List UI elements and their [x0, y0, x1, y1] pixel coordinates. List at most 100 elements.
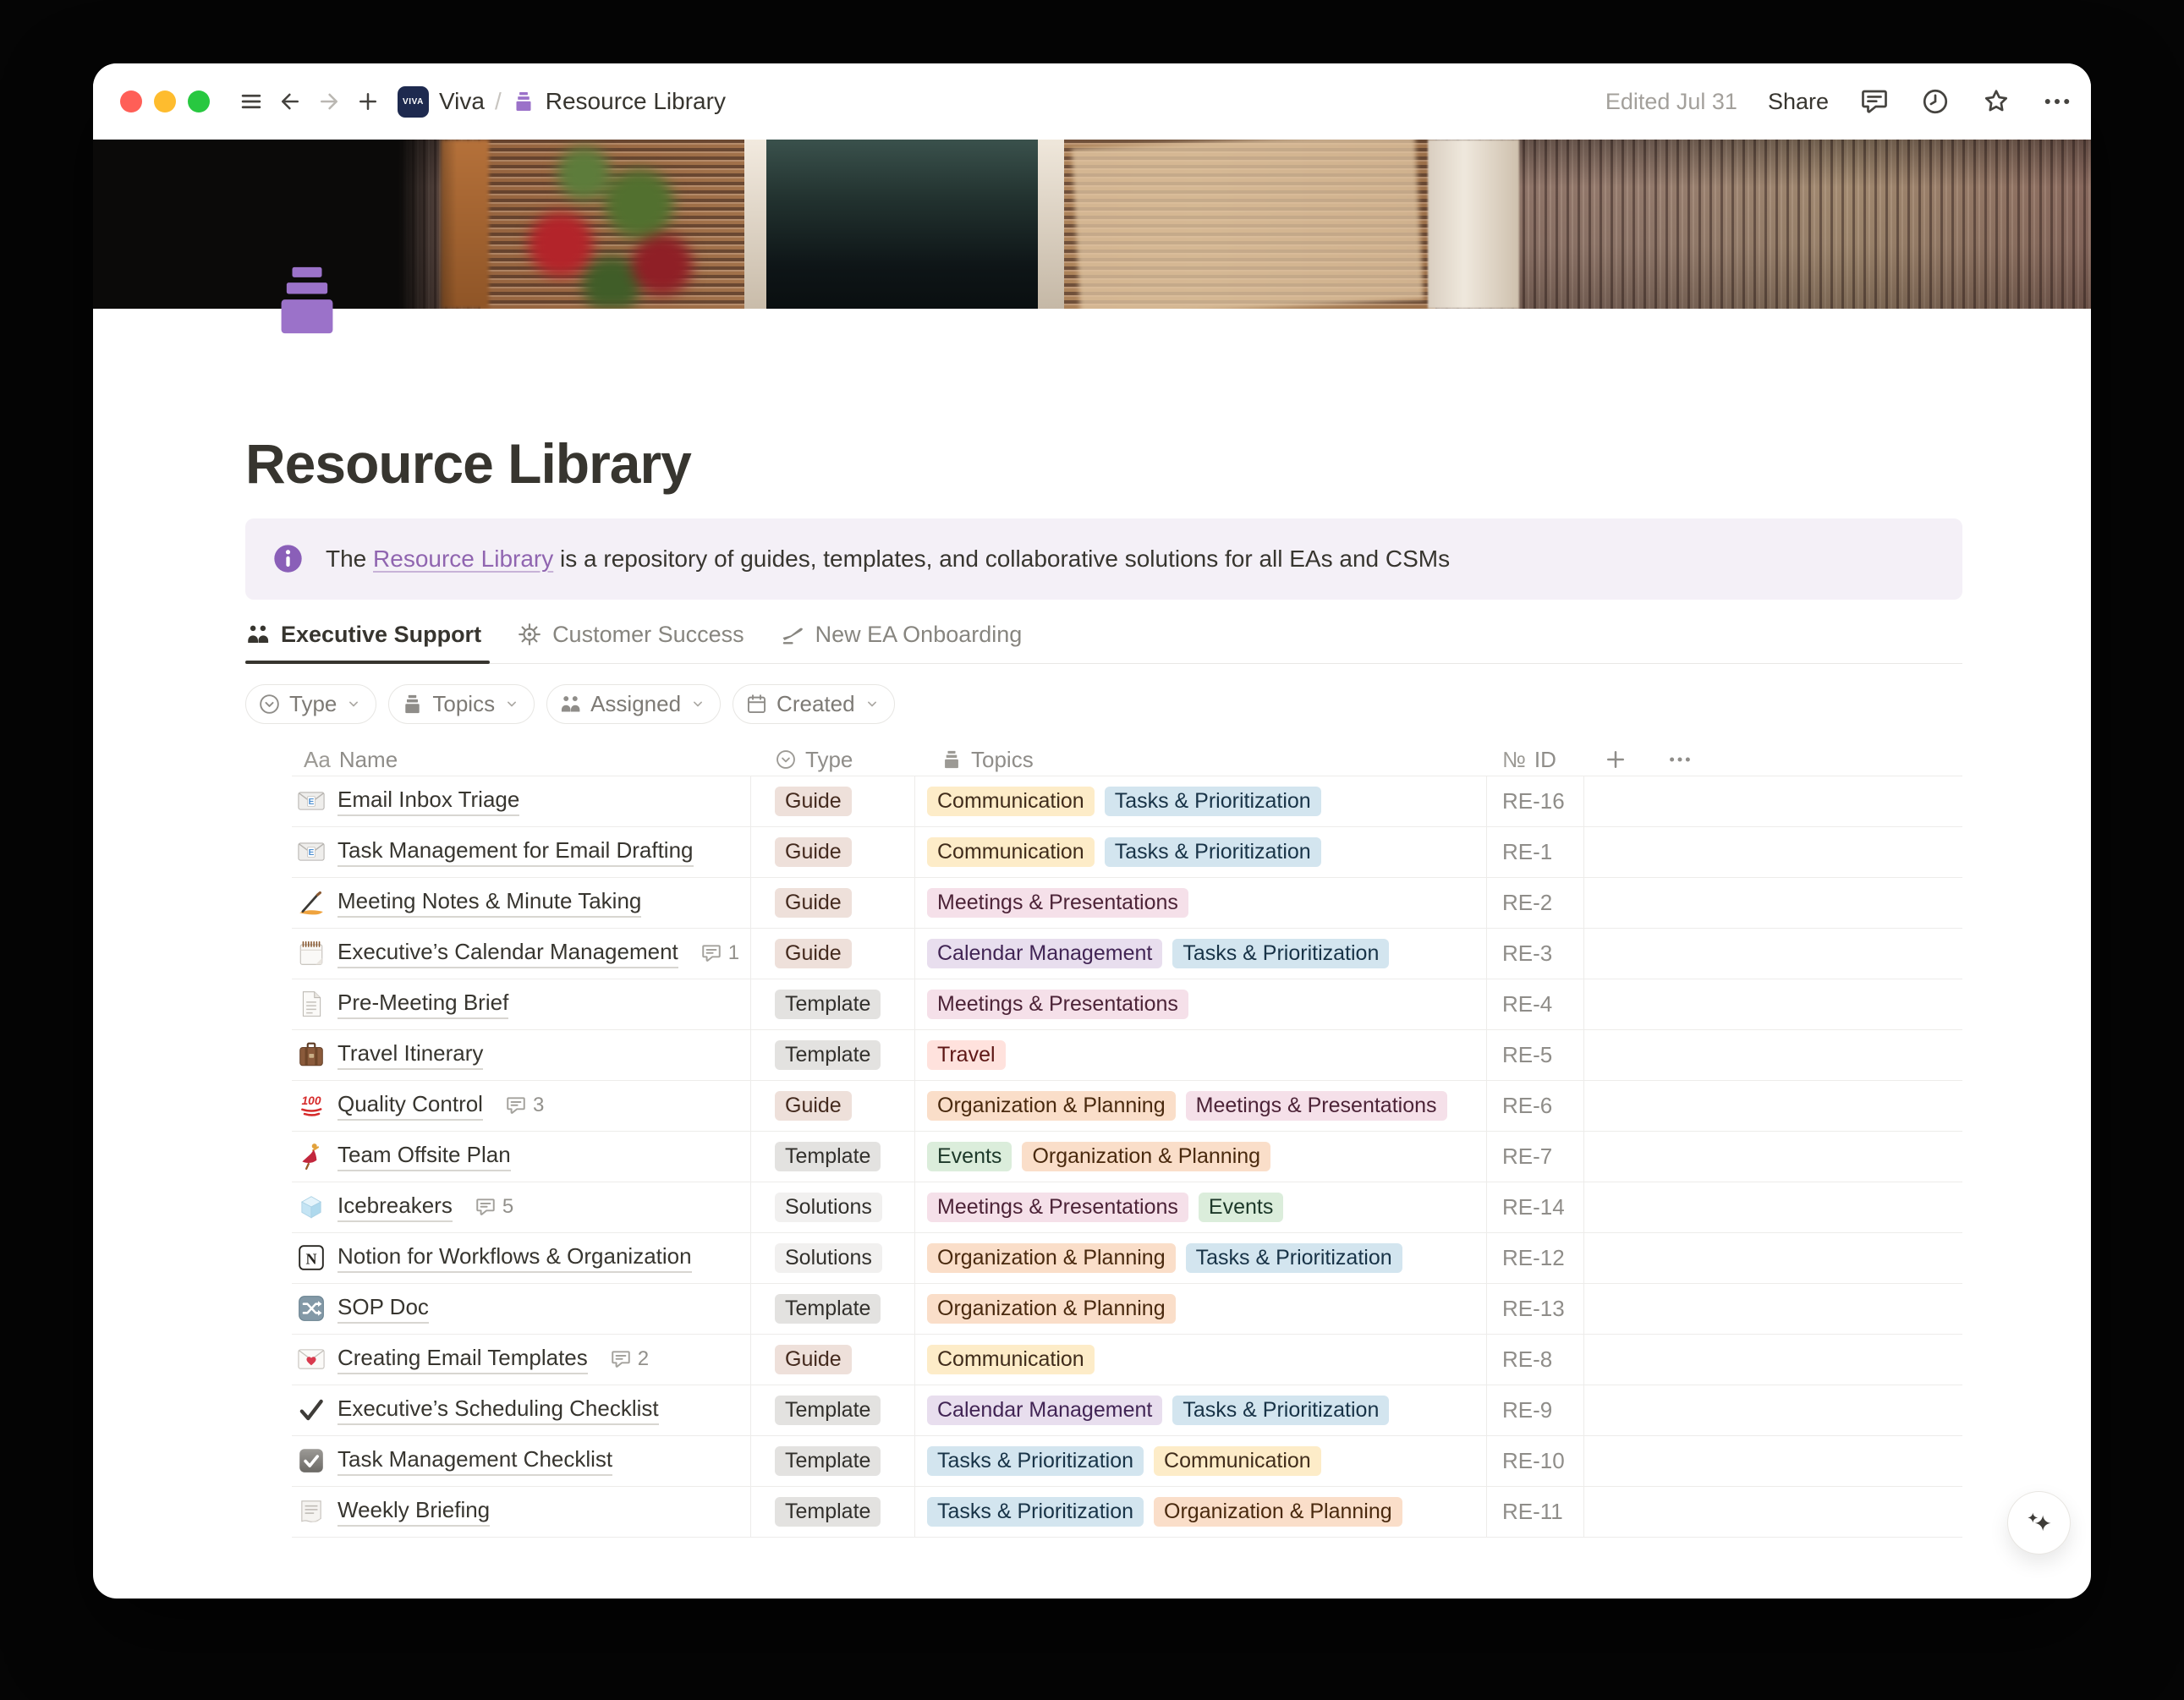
name-cell[interactable]: Pre-Meeting Brief: [292, 979, 751, 1029]
type-cell[interactable]: Guide: [751, 929, 915, 979]
name-cell[interactable]: Meeting Notes & Minute Taking: [292, 878, 751, 928]
table-row[interactable]: Executive’s Scheduling ChecklistTemplate…: [292, 1385, 1962, 1436]
page-link[interactable]: Creating Email Templates: [337, 1345, 588, 1374]
type-cell[interactable]: Solutions: [751, 1182, 915, 1232]
id-cell[interactable]: RE-12: [1487, 1233, 1584, 1283]
history-icon[interactable]: [1920, 86, 1951, 117]
ai-assistant-button[interactable]: [2008, 1492, 2070, 1554]
page-link[interactable]: Task Management Checklist: [337, 1446, 612, 1476]
column-header-topics[interactable]: Topics: [915, 744, 1487, 776]
name-cell[interactable]: 100Quality Control3: [292, 1081, 751, 1131]
type-cell[interactable]: Template: [751, 1436, 915, 1486]
topics-cell[interactable]: Calendar ManagementTasks & Prioritizatio…: [915, 1385, 1487, 1435]
topics-cell[interactable]: CommunicationTasks & Prioritization: [915, 776, 1487, 826]
column-header-type[interactable]: Type: [751, 744, 915, 776]
table-row[interactable]: Weekly BriefingTemplateTasks & Prioritiz…: [292, 1487, 1962, 1538]
id-cell[interactable]: RE-14: [1487, 1182, 1584, 1232]
type-cell[interactable]: Guide: [751, 1081, 915, 1131]
page-link[interactable]: SOP Doc: [337, 1294, 429, 1324]
add-property-icon[interactable]: [1603, 747, 1628, 772]
breadcrumb-workspace[interactable]: Viva: [439, 88, 485, 115]
topics-cell[interactable]: Organization & Planning: [915, 1284, 1487, 1334]
topics-cell[interactable]: Communication: [915, 1335, 1487, 1385]
topics-cell[interactable]: Meetings & PresentationsEvents: [915, 1182, 1487, 1232]
page-link[interactable]: Quality Control: [337, 1091, 483, 1121]
id-cell[interactable]: RE-4: [1487, 979, 1584, 1029]
table-row[interactable]: Executive’s Calendar Management1GuideCal…: [292, 929, 1962, 979]
type-cell[interactable]: Guide: [751, 827, 915, 877]
topics-cell[interactable]: Travel: [915, 1030, 1487, 1080]
id-cell[interactable]: RE-9: [1487, 1385, 1584, 1435]
type-cell[interactable]: Template: [751, 1132, 915, 1182]
tab-executive-support[interactable]: Executive Support: [245, 613, 485, 663]
tab-customer-success[interactable]: Customer Success: [517, 613, 748, 663]
topics-cell[interactable]: EventsOrganization & Planning: [915, 1132, 1487, 1182]
workspace-logo[interactable]: VIVA: [398, 86, 429, 118]
table-row[interactable]: Icebreakers 5 SolutionsMeetings & Presenta…: [292, 1182, 1962, 1233]
column-header-name[interactable]: Aa Name: [292, 744, 751, 776]
id-cell[interactable]: RE-10: [1487, 1436, 1584, 1486]
name-cell[interactable]: Task Management Checklist: [292, 1436, 751, 1486]
table-row[interactable]: Pre-Meeting Brief TemplateMeetings & Pres…: [292, 979, 1962, 1030]
id-cell[interactable]: RE-5: [1487, 1030, 1584, 1080]
id-cell[interactable]: RE-8: [1487, 1335, 1584, 1385]
table-row[interactable]: 100Quality Control3GuideOrganization & P…: [292, 1081, 1962, 1132]
name-cell[interactable]: Creating Email Templates 2: [292, 1335, 751, 1385]
column-header-id[interactable]: № ID: [1487, 744, 1584, 776]
table-row[interactable]: EEmail Inbox TriageGuideCommunicationTas…: [292, 776, 1962, 827]
tab-new-ea-onboarding[interactable]: New EA Onboarding: [780, 613, 1026, 663]
type-cell[interactable]: Template: [751, 1030, 915, 1080]
table-row[interactable]: ETask Management for Email DraftingGuide…: [292, 827, 1962, 878]
page-link[interactable]: Task Management for Email Drafting: [337, 837, 694, 867]
filter-assigned[interactable]: Assigned: [546, 684, 721, 724]
back-icon[interactable]: [271, 82, 310, 121]
callout-link[interactable]: Resource Library: [373, 546, 553, 572]
new-page-icon[interactable]: [348, 82, 387, 121]
page-link[interactable]: Icebreakers: [337, 1193, 453, 1222]
name-cell[interactable]: ETask Management for Email Drafting: [292, 827, 751, 877]
page-link[interactable]: Executive’s Calendar Management: [337, 939, 678, 968]
page-archive-icon[interactable]: [265, 255, 349, 345]
topics-cell[interactable]: Meetings & Presentations: [915, 979, 1487, 1029]
type-cell[interactable]: Template: [751, 1487, 915, 1537]
more-options-icon[interactable]: [2042, 86, 2072, 117]
topics-cell[interactable]: Organization & PlanningTasks & Prioritiz…: [915, 1233, 1487, 1283]
topics-cell[interactable]: Tasks & PrioritizationCommunication: [915, 1436, 1487, 1486]
forward-icon[interactable]: [310, 82, 348, 121]
type-cell[interactable]: Template: [751, 1284, 915, 1334]
name-cell[interactable]: Travel Itinerary: [292, 1030, 751, 1080]
menu-icon[interactable]: [232, 82, 271, 121]
topics-cell[interactable]: Organization & PlanningMeetings & Presen…: [915, 1081, 1487, 1131]
page-link[interactable]: Team Offsite Plan: [337, 1142, 511, 1171]
name-cell[interactable]: NNotion for Workflows & Organization: [292, 1233, 751, 1283]
type-cell[interactable]: Guide: [751, 878, 915, 928]
id-cell[interactable]: RE-11: [1487, 1487, 1584, 1537]
page-link[interactable]: Travel Itinerary: [337, 1040, 483, 1070]
breadcrumb-page[interactable]: Resource Library: [546, 88, 726, 115]
page-link[interactable]: Email Inbox Triage: [337, 787, 519, 816]
id-cell[interactable]: RE-13: [1487, 1284, 1584, 1334]
page-link[interactable]: Pre-Meeting Brief: [337, 990, 508, 1019]
page-link[interactable]: Meeting Notes & Minute Taking: [337, 888, 641, 918]
type-cell[interactable]: Solutions: [751, 1233, 915, 1283]
table-row[interactable]: SOP Doc TemplateOrganization & PlanningRE…: [292, 1284, 1962, 1335]
id-cell[interactable]: RE-7: [1487, 1132, 1584, 1182]
id-cell[interactable]: RE-16: [1487, 776, 1584, 826]
topics-cell[interactable]: Calendar ManagementTasks & Prioritizatio…: [915, 929, 1487, 979]
filter-created[interactable]: Created: [733, 684, 895, 724]
topics-cell[interactable]: CommunicationTasks & Prioritization: [915, 827, 1487, 877]
table-row[interactable]: Travel Itinerary TemplateTravelRE-5: [292, 1030, 1962, 1081]
type-cell[interactable]: Guide: [751, 1335, 915, 1385]
comment-count[interactable]: 2: [610, 1347, 649, 1371]
favorite-icon[interactable]: [1981, 86, 2011, 117]
name-cell[interactable]: Executive’s Calendar Management1: [292, 929, 751, 979]
id-cell[interactable]: RE-1: [1487, 827, 1584, 877]
table-row[interactable]: Team Offsite Plan TemplateEventsOrganizat…: [292, 1132, 1962, 1182]
type-cell[interactable]: Template: [751, 979, 915, 1029]
comment-count[interactable]: 5: [475, 1195, 513, 1219]
page-link[interactable]: Weekly Briefing: [337, 1497, 490, 1527]
table-options-icon[interactable]: [1667, 747, 1693, 772]
table-row[interactable]: Creating Email Templates 2 GuideCommunicat…: [292, 1335, 1962, 1385]
name-cell[interactable]: Icebreakers 5: [292, 1182, 751, 1232]
comment-count[interactable]: 3: [505, 1094, 544, 1117]
